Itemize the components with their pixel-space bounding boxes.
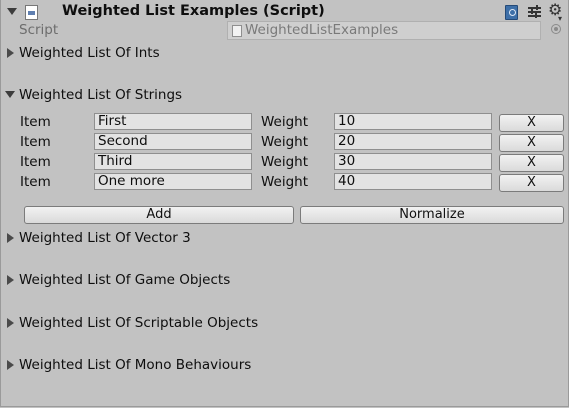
component-icon xyxy=(25,5,38,20)
script-label: Script xyxy=(19,22,59,38)
item-value-field[interactable]: Second xyxy=(94,133,252,150)
remove-item-button[interactable]: X xyxy=(499,114,564,132)
foldout-label: Weighted List Of Ints xyxy=(19,45,160,61)
foldout-label: Weighted List Of Game Objects xyxy=(19,272,231,288)
item-value-field[interactable]: One more xyxy=(94,173,252,190)
foldout-label: Weighted List Of Mono Behaviours xyxy=(19,357,252,373)
weight-label: Weight xyxy=(261,154,309,170)
expand-arrow-icon[interactable] xyxy=(7,233,14,243)
foldout-weighted-list-of-game-objects[interactable]: Weighted List Of Game Objects xyxy=(0,271,569,289)
foldout-weighted-list-of-strings[interactable]: Weighted List Of Strings xyxy=(0,86,569,104)
dropdown-caret-icon[interactable]: ▾ xyxy=(558,14,562,23)
foldout-label: Weighted List Of Scriptable Objects xyxy=(19,315,259,331)
weight-label: Weight xyxy=(261,174,309,190)
component-header[interactable]: Weighted List Examples (Script) ⚙ ▾ xyxy=(0,0,569,23)
script-field[interactable]: WeightedListExamples xyxy=(227,21,541,40)
object-picker-icon[interactable] xyxy=(551,24,561,34)
component-title: Weighted List Examples (Script) xyxy=(62,3,325,19)
weight-value-field[interactable]: 10 xyxy=(334,113,492,130)
foldout-weighted-list-of-scriptable-objects[interactable]: Weighted List Of Scriptable Objects xyxy=(0,314,569,332)
collapse-arrow-icon[interactable] xyxy=(7,8,17,15)
weight-label: Weight xyxy=(261,114,309,130)
preset-sliders-icon[interactable] xyxy=(528,5,541,18)
expand-arrow-icon[interactable] xyxy=(7,318,14,328)
foldout-weighted-list-of-mono-behaviours[interactable]: Weighted List Of Mono Behaviours xyxy=(0,356,569,374)
collapse-arrow-icon[interactable] xyxy=(5,91,15,98)
script-field-value: WeightedListExamples xyxy=(245,22,399,38)
foldout-label: Weighted List Of Vector 3 xyxy=(19,230,191,246)
weight-value-field[interactable]: 40 xyxy=(334,173,492,190)
remove-item-button[interactable]: X xyxy=(499,154,564,172)
script-file-icon xyxy=(232,25,242,37)
foldout-weighted-list-of-vector3[interactable]: Weighted List Of Vector 3 xyxy=(0,229,569,247)
item-value-field[interactable]: First xyxy=(94,113,252,130)
foldout-label: Weighted List Of Strings xyxy=(19,87,183,103)
expand-arrow-icon[interactable] xyxy=(7,360,14,370)
item-label: Item xyxy=(20,154,51,170)
remove-item-button[interactable]: X xyxy=(499,134,564,152)
expand-arrow-icon[interactable] xyxy=(7,275,14,285)
add-button[interactable]: Add xyxy=(24,206,294,224)
item-label: Item xyxy=(20,134,51,150)
remove-item-button[interactable]: X xyxy=(499,174,564,192)
help-book-icon[interactable] xyxy=(505,5,518,20)
item-label: Item xyxy=(20,174,51,190)
weight-label: Weight xyxy=(261,134,309,150)
expand-arrow-icon[interactable] xyxy=(7,48,14,58)
foldout-weighted-list-of-ints[interactable]: Weighted List Of Ints xyxy=(0,44,569,62)
item-value-field[interactable]: Third xyxy=(94,153,252,170)
item-label: Item xyxy=(20,114,51,130)
normalize-button[interactable]: Normalize xyxy=(300,206,564,224)
weight-value-field[interactable]: 30 xyxy=(334,153,492,170)
weight-value-field[interactable]: 20 xyxy=(334,133,492,150)
